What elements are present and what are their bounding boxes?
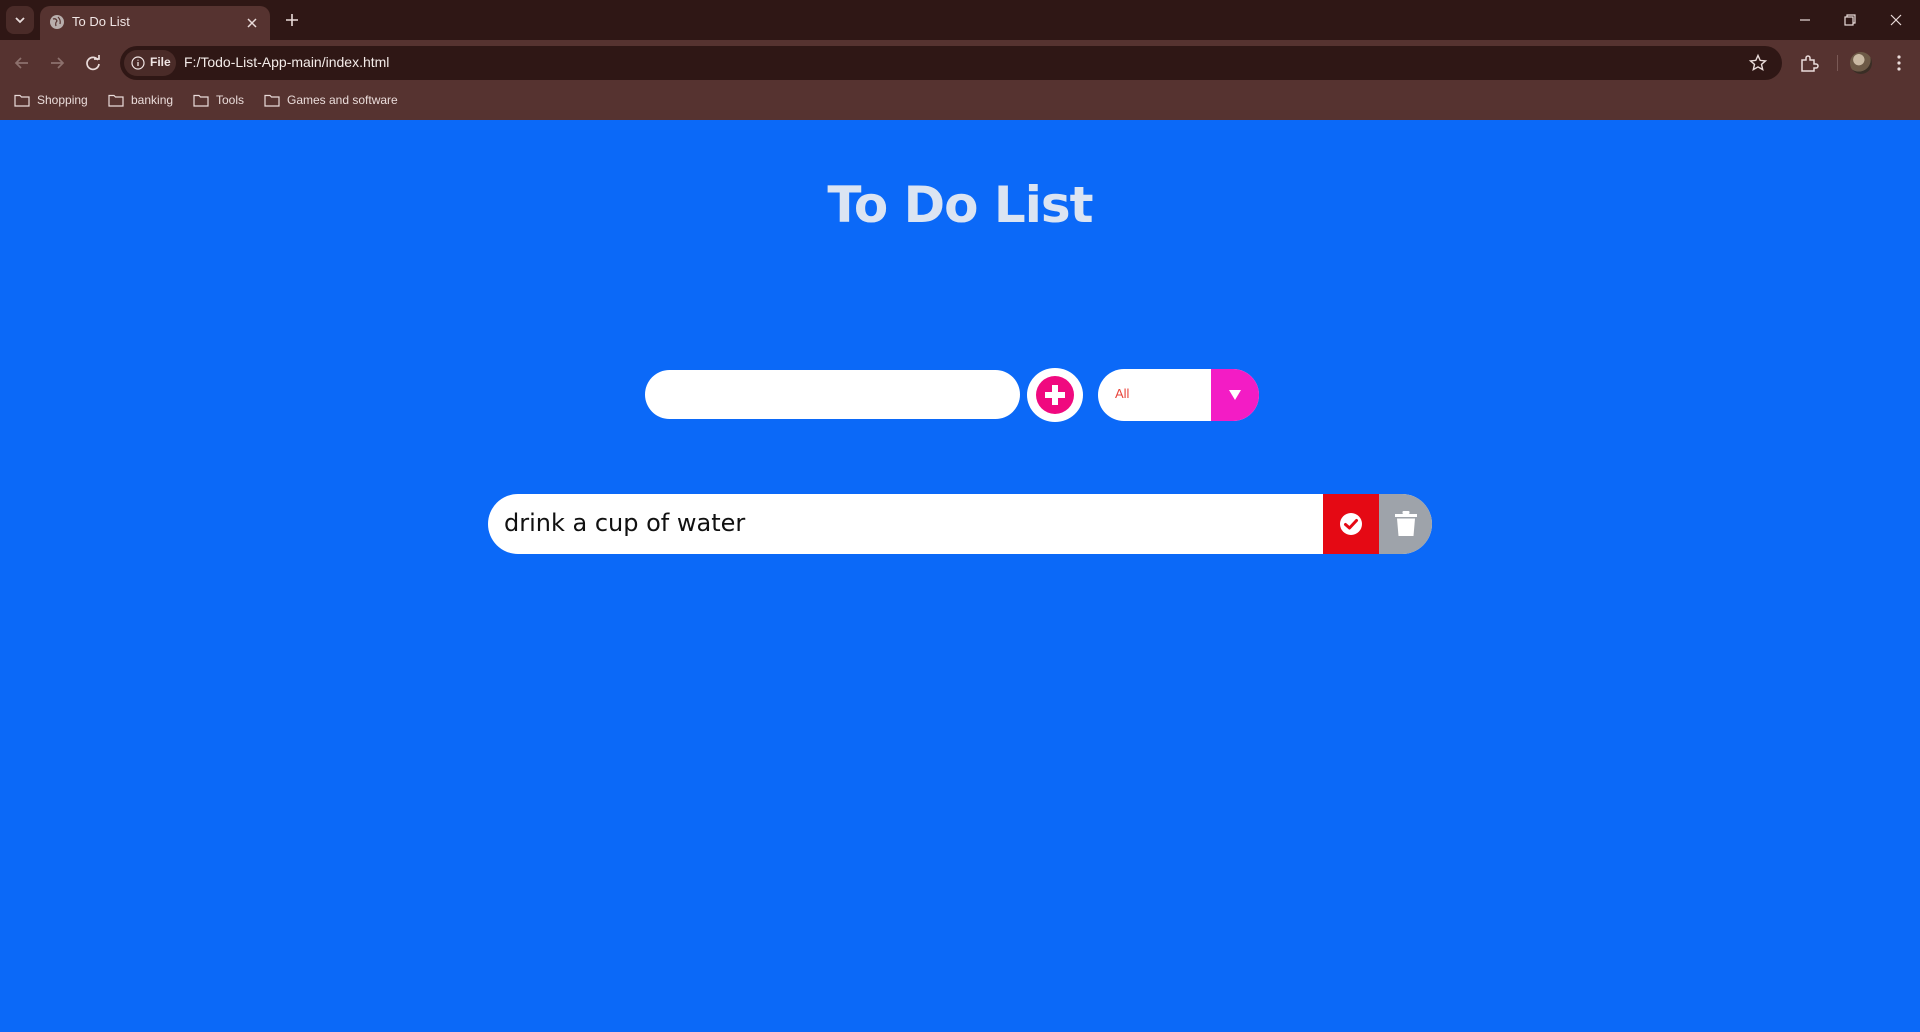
filter-dropdown-toggle[interactable] bbox=[1211, 369, 1259, 421]
page-title: To Do List bbox=[827, 176, 1093, 234]
window-close-icon[interactable] bbox=[1886, 10, 1906, 30]
triangle-down-icon bbox=[1229, 390, 1241, 400]
filter-select[interactable]: All bbox=[1098, 369, 1259, 421]
bookmark-label: Games and software bbox=[287, 93, 398, 107]
tab-active[interactable]: To Do List bbox=[40, 6, 270, 40]
back-arrow-icon[interactable] bbox=[11, 52, 33, 74]
todo-input[interactable] bbox=[645, 370, 1020, 419]
globe-icon bbox=[50, 15, 64, 29]
plus-circle-icon bbox=[1036, 376, 1074, 414]
browser-chrome: To Do List File F:/Todo-List-App-main/in… bbox=[0, 0, 1920, 120]
trash-icon bbox=[1394, 511, 1417, 536]
close-icon[interactable] bbox=[244, 15, 260, 31]
kebab-menu-icon[interactable] bbox=[1888, 52, 1910, 74]
todo-item-text: drink a cup of water bbox=[504, 509, 746, 537]
folder-icon bbox=[264, 94, 280, 107]
bookmark-folder-shopping[interactable]: Shopping bbox=[14, 88, 88, 112]
add-todo-button[interactable] bbox=[1027, 368, 1083, 422]
delete-todo-button[interactable] bbox=[1379, 494, 1432, 554]
info-icon bbox=[131, 56, 145, 70]
bookmark-folder-games-and-software[interactable]: Games and software bbox=[264, 88, 398, 112]
new-tab-icon[interactable] bbox=[282, 10, 302, 30]
minimize-icon[interactable] bbox=[1795, 10, 1815, 30]
browser-toolbar: File F:/Todo-List-App-main/index.html bbox=[0, 40, 1920, 86]
profile-avatar[interactable] bbox=[1850, 52, 1872, 74]
page-content: To Do List All drink a cup of water bbox=[0, 120, 1920, 1032]
toolbar-divider bbox=[1837, 55, 1838, 71]
extensions-puzzle-icon[interactable] bbox=[1798, 52, 1820, 74]
bookmark-folder-banking[interactable]: banking bbox=[108, 88, 173, 112]
folder-icon bbox=[108, 94, 124, 107]
bookmarks-bar: Shopping banking Tools Games and softwar… bbox=[0, 88, 1920, 112]
folder-icon bbox=[14, 94, 30, 107]
site-chip-label: File bbox=[150, 55, 171, 69]
tab-search-button[interactable] bbox=[6, 6, 34, 34]
forward-arrow-icon[interactable] bbox=[46, 52, 68, 74]
tab-title: To Do List bbox=[72, 14, 130, 29]
address-bar[interactable]: File F:/Todo-List-App-main/index.html bbox=[120, 46, 1782, 80]
bookmark-star-icon[interactable] bbox=[1748, 53, 1768, 73]
restore-icon[interactable] bbox=[1840, 10, 1860, 30]
site-info-chip[interactable]: File bbox=[124, 50, 176, 76]
chevron-down-icon bbox=[15, 17, 25, 24]
bookmark-label: Tools bbox=[216, 93, 245, 107]
reload-icon[interactable] bbox=[82, 52, 104, 74]
complete-todo-button[interactable] bbox=[1323, 494, 1379, 554]
todo-item: drink a cup of water bbox=[488, 494, 1432, 554]
folder-icon bbox=[193, 94, 209, 107]
bookmark-label: banking bbox=[131, 93, 174, 107]
bookmark-label: Shopping bbox=[37, 93, 88, 107]
tab-strip: To Do List bbox=[0, 0, 1920, 40]
check-circle-icon bbox=[1340, 513, 1362, 535]
filter-selected-value: All bbox=[1115, 386, 1130, 401]
bookmark-folder-tools[interactable]: Tools bbox=[193, 88, 244, 112]
url-text[interactable]: F:/Todo-List-App-main/index.html bbox=[184, 54, 389, 70]
